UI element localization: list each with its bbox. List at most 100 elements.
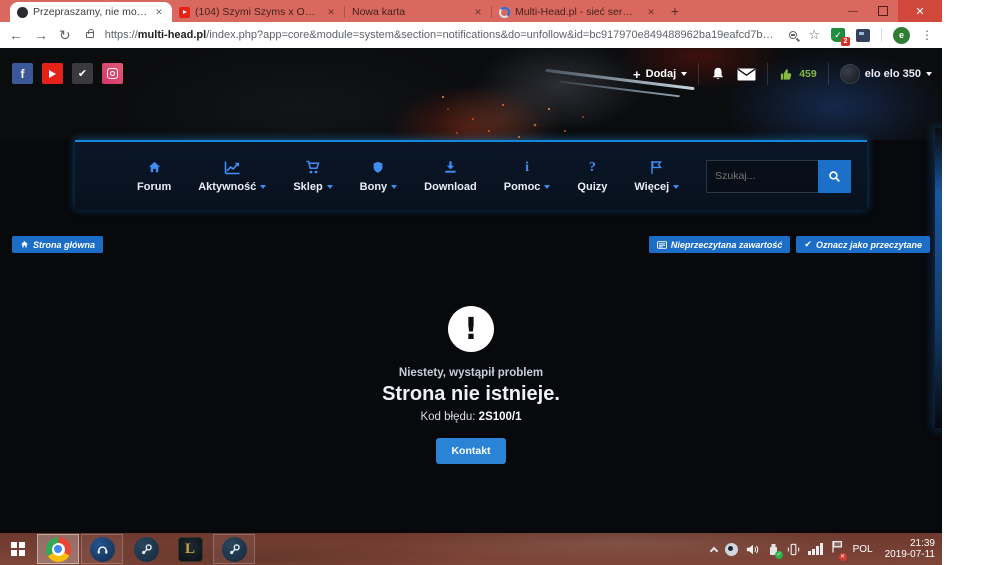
close-tab-icon[interactable]: ✕: [472, 6, 484, 18]
close-tab-icon[interactable]: ✕: [325, 6, 337, 18]
reload-button[interactable]: ↻: [59, 28, 71, 42]
chrome-icon: [46, 537, 71, 562]
nav-item-sklep[interactable]: Sklep: [293, 160, 332, 193]
user-menu[interactable]: elo elo 350: [840, 64, 932, 84]
error-code-label: Kod błędu:: [420, 411, 475, 423]
add-content-button[interactable]: + Dodaj: [633, 67, 687, 82]
tab-new-tab[interactable]: Nowa karta ✕: [345, 2, 491, 22]
zoom-out-icon[interactable]: [789, 31, 797, 39]
nav-item-wiecej[interactable]: Więcej: [634, 160, 679, 193]
instagram-icon[interactable]: [102, 63, 123, 84]
thumbs-up-icon: [779, 67, 794, 82]
minimize-button[interactable]: —: [838, 0, 868, 22]
tab-title: (104) Szymi Szyms x OsaKa - Yak: [195, 6, 320, 18]
system-tray: ✓ ✕ POL 21:39 2019-07-11: [711, 538, 942, 561]
network-signal-icon[interactable]: [808, 543, 823, 555]
tab-youtube[interactable]: (104) Szymi Szyms x OsaKa - Yak ✕: [172, 2, 344, 22]
chrome-menu-icon[interactable]: ⋮: [921, 28, 933, 42]
nav-item-forum[interactable]: Forum: [137, 160, 171, 193]
site-favicon: [17, 7, 28, 18]
page-content: f ✔ + Dodaj 459: [0, 48, 942, 533]
search-input[interactable]: [706, 160, 818, 193]
main-navigation: Forum Aktywność Sklep Bony: [75, 140, 867, 210]
nav-item-quizy[interactable]: ? Quizy: [577, 160, 607, 193]
browser-tab-bar: Przepraszamy, nie możemy tego ✕ (104) Sz…: [0, 0, 942, 22]
tray-expand-icon[interactable]: [710, 546, 718, 554]
extension-icon[interactable]: [856, 29, 870, 42]
youtube-icon[interactable]: [42, 63, 63, 84]
chevron-down-icon: [391, 185, 397, 189]
bookmark-star-icon[interactable]: ☆: [808, 27, 820, 43]
taskbar-discord[interactable]: [81, 534, 123, 564]
search-box: [706, 160, 851, 193]
nav-item-bony[interactable]: Bony: [360, 160, 398, 193]
taskbar-clock[interactable]: 21:39 2019-07-11: [885, 538, 935, 561]
header-divider: [698, 63, 699, 85]
contact-button[interactable]: Kontakt: [436, 438, 505, 464]
steam-tray-icon[interactable]: [725, 543, 738, 556]
youtube-favicon: [179, 7, 190, 18]
notifications-bell-icon[interactable]: [710, 66, 726, 82]
usb-device-icon[interactable]: ✓: [768, 543, 779, 556]
language-indicator[interactable]: POL: [853, 544, 873, 555]
nav-label: Pomoc: [504, 181, 541, 193]
error-code-value: 2S100/1: [479, 411, 522, 423]
back-button[interactable]: ←: [9, 28, 23, 42]
window-controls: — ✕: [838, 0, 942, 22]
activity-chart-icon: [224, 160, 241, 175]
tab-multihead[interactable]: Multi-Head.pl - sieć serwerów CS ✕: [492, 2, 664, 22]
chevron-down-icon: [544, 185, 550, 189]
steam-icon: [222, 537, 247, 562]
nav-item-aktywnosc[interactable]: Aktywność: [198, 160, 266, 193]
reputation-counter[interactable]: 459: [779, 67, 817, 82]
mark-read-button[interactable]: ✔ Oznacz jako przeczytane: [796, 236, 930, 253]
close-tab-icon[interactable]: ✕: [645, 6, 657, 18]
forward-button[interactable]: →: [34, 28, 48, 42]
maximize-button[interactable]: [868, 0, 898, 22]
facebook-icon[interactable]: f: [12, 63, 33, 84]
plus-icon: +: [633, 67, 641, 82]
steam-icon[interactable]: ✔: [72, 63, 93, 84]
address-bar[interactable]: https://multi-head.pl/index.php?app=core…: [105, 29, 779, 41]
exclamation-glyph: !: [464, 312, 478, 347]
search-button[interactable]: [818, 160, 851, 193]
messages-envelope-icon[interactable]: [737, 68, 756, 81]
profile-avatar[interactable]: e: [893, 27, 910, 44]
close-window-button[interactable]: ✕: [898, 0, 942, 22]
breadcrumb-home-label: Strona główna: [33, 240, 95, 250]
action-center-flag-icon[interactable]: ✕: [831, 540, 843, 558]
adblock-badge: 2: [841, 37, 850, 46]
nav-item-download[interactable]: Download: [424, 160, 477, 193]
reputation-count: 459: [799, 68, 817, 80]
tab-title: Nowa karta: [352, 6, 467, 18]
nav-item-pomoc[interactable]: i Pomoc: [504, 160, 551, 193]
error-title: Strona nie istnieje.: [0, 383, 942, 406]
adblock-shield-icon[interactable]: ✓2: [831, 28, 845, 42]
start-button[interactable]: [0, 533, 36, 565]
breadcrumb-home-button[interactable]: Strona główna: [12, 236, 103, 253]
taskbar-chrome[interactable]: [37, 534, 79, 564]
taskbar-league-of-legends[interactable]: L: [169, 534, 211, 564]
windows-logo-icon: [11, 542, 25, 556]
nav-label: Więcej: [634, 181, 669, 193]
league-of-legends-icon: L: [178, 537, 203, 562]
hardware-device-icon[interactable]: [787, 543, 800, 556]
unread-content-button[interactable]: Nieprzeczytana zawartość: [649, 236, 791, 253]
header-divider: [767, 63, 768, 85]
discord-headset-icon: [90, 537, 115, 562]
taskbar-steam-2[interactable]: [213, 534, 255, 564]
volume-icon[interactable]: [746, 543, 760, 556]
close-tab-icon[interactable]: ✕: [153, 6, 165, 18]
flag-icon: [650, 160, 663, 175]
error-badge: ✕: [839, 553, 847, 561]
screen: Przepraszamy, nie możemy tego ✕ (104) Sz…: [0, 0, 942, 565]
tab-title: Multi-Head.pl - sieć serwerów CS: [515, 6, 640, 18]
tab-error-page[interactable]: Przepraszamy, nie możemy tego ✕: [10, 2, 172, 22]
nav-label: Bony: [360, 181, 388, 193]
lock-icon: [86, 32, 94, 38]
error-code: Kod błędu: 2S100/1: [0, 411, 942, 423]
new-tab-button[interactable]: +: [664, 1, 686, 21]
header-divider: [828, 63, 829, 85]
tab-title: Przepraszamy, nie możemy tego: [33, 6, 148, 18]
taskbar-steam[interactable]: [125, 534, 167, 564]
